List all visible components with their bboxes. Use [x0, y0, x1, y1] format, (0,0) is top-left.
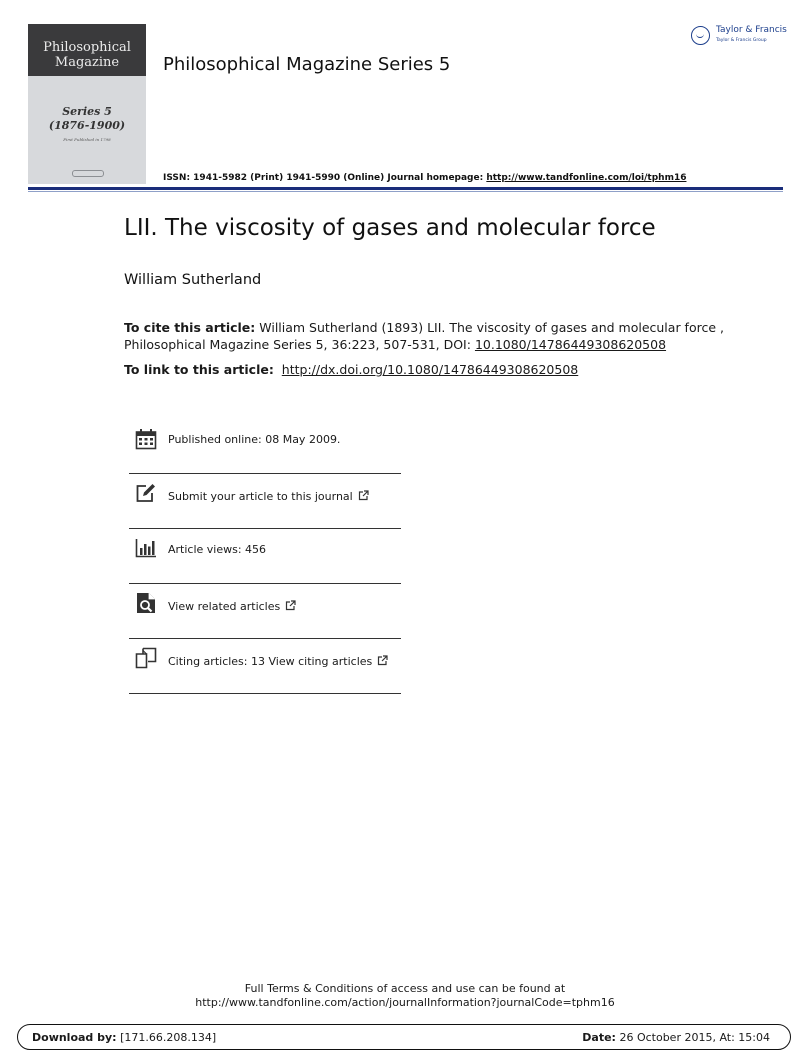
calendar-icon	[135, 429, 157, 450]
cite-label: To cite this article:	[124, 320, 256, 335]
article-author: William Sutherland	[124, 272, 262, 288]
journal-homepage-link[interactable]: http://www.tandfonline.com/loi/tphm16	[486, 173, 686, 183]
header-rule	[28, 187, 783, 190]
download-ip: [171.66.208.134]	[116, 1031, 217, 1044]
submit-article-link[interactable]: Submit your article to this journal	[168, 490, 353, 503]
header-rule-thin	[28, 191, 783, 192]
download-label: Download by:	[32, 1031, 117, 1044]
publisher-logo-icon	[691, 26, 710, 45]
terms-line1: Full Terms & Conditions of access and us…	[244, 982, 566, 995]
cover-publisher-logo	[72, 170, 104, 177]
edit-icon	[136, 484, 155, 502]
citation-block: To cite this article: William Sutherland…	[124, 319, 774, 353]
issn-text: ISSN: 1941-5982 (Print) 1941-5990 (Onlin…	[163, 173, 487, 183]
cite-line1: William Sutherland (1893) LII. The visco…	[255, 320, 724, 335]
download-date: 26 October 2015, At: 15:04	[615, 1031, 770, 1044]
cover-series: Series 5	[62, 105, 112, 118]
copy-documents-icon	[135, 647, 157, 669]
journal-cover-image: Philosophical Magazine Series 5 (1876-19…	[28, 24, 146, 184]
cover-smallprint: First Published in 1798	[63, 137, 111, 142]
external-link-icon	[358, 490, 369, 501]
download-info-bar: Download by: [171.66.208.134] Date: 26 O…	[17, 1024, 791, 1050]
external-link-icon	[286, 600, 296, 611]
journal-title: Philosophical Magazine Series 5	[163, 54, 451, 75]
related-articles-item[interactable]: View related articles	[129, 584, 401, 639]
published-online-text: Published online: 08 May 2009.	[168, 433, 341, 446]
date-label: Date:	[582, 1031, 616, 1044]
article-views-item: Article views: 456	[129, 529, 401, 584]
article-views-text: Article views: 456	[168, 543, 267, 556]
publisher-name: Taylor & Francis	[716, 25, 787, 35]
publisher-group: Taylor & Francis Group	[716, 38, 767, 43]
link-label: To link to this article:	[124, 362, 274, 377]
terms-url-link[interactable]: http://www.tandfonline.com/action/journa…	[0, 996, 810, 1010]
external-link-icon	[378, 655, 388, 666]
doi-link[interactable]: 10.1080/14786449308620508	[475, 337, 666, 352]
related-articles-link[interactable]: View related articles	[168, 600, 280, 613]
cover-title-line1: Philosophical	[43, 40, 131, 55]
terms-footer: Full Terms & Conditions of access and us…	[0, 982, 810, 1010]
cover-title-line2: Magazine	[54, 55, 120, 70]
article-doi-url-link[interactable]: http://dx.doi.org/10.1080/14786449308620…	[282, 362, 578, 377]
article-title: LII. The viscosity of gases and molecula…	[124, 215, 656, 241]
submit-article-item[interactable]: Submit your article to this journal	[129, 474, 401, 529]
cover-title: Philosophical Magazine	[28, 40, 146, 70]
cover-years: (1876-1900)	[48, 119, 126, 132]
article-link-line: To link to this article: http://dx.doi.o…	[124, 362, 578, 377]
citing-articles-item[interactable]: Citing articles: 13 View citing articles	[129, 639, 401, 694]
issn-line: ISSN: 1941-5982 (Print) 1941-5990 (Onlin…	[163, 173, 686, 183]
document-search-icon	[137, 593, 155, 613]
published-online-item: Published online: 08 May 2009.	[129, 418, 401, 474]
bar-chart-icon	[135, 539, 156, 558]
cite-line2: Philosophical Magazine Series 5, 36:223,…	[124, 337, 475, 352]
citing-articles-link[interactable]: Citing articles: 13 View citing articles	[168, 655, 372, 668]
